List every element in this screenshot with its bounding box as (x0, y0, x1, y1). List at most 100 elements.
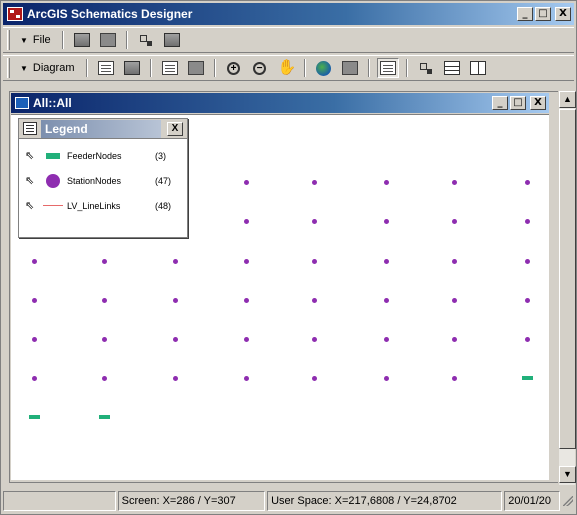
maximize-button[interactable]: □ (535, 7, 551, 21)
resize-grip[interactable] (562, 495, 574, 507)
station-node[interactable] (525, 259, 530, 264)
zoom-out-button[interactable]: − (249, 58, 271, 78)
feeder-node[interactable] (522, 376, 533, 380)
legend-close-button[interactable]: X (167, 121, 183, 136)
station-node[interactable] (173, 376, 178, 381)
station-node[interactable] (384, 180, 389, 185)
edit-button[interactable] (95, 58, 117, 78)
child-title-bar[interactable]: All::All _ □ X (11, 93, 549, 113)
save-button[interactable] (121, 58, 143, 78)
station-node[interactable] (102, 298, 107, 303)
station-node[interactable] (312, 337, 317, 342)
station-node[interactable] (452, 298, 457, 303)
generate-button[interactable] (135, 30, 157, 50)
station-node[interactable] (384, 376, 389, 381)
close-button[interactable]: X (555, 7, 571, 21)
split-view-icon (469, 61, 486, 75)
station-node[interactable] (244, 337, 249, 342)
station-node[interactable] (244, 219, 249, 224)
station-node[interactable] (32, 337, 37, 342)
station-node[interactable] (102, 337, 107, 342)
schematic-diagram-button[interactable] (97, 30, 119, 50)
file-menu-button[interactable]: ▼ File (16, 30, 57, 50)
station-node[interactable] (244, 298, 249, 303)
station-node[interactable] (244, 180, 249, 185)
station-node[interactable] (525, 337, 530, 342)
station-node[interactable] (384, 337, 389, 342)
layout-button[interactable] (185, 58, 207, 78)
legend-row[interactable]: ⇖ StationNodes (47) (19, 168, 187, 193)
legend-title-bar[interactable]: Legend X (19, 119, 187, 139)
station-node[interactable] (384, 298, 389, 303)
globe-button[interactable] (313, 58, 335, 78)
legend-icon (379, 61, 396, 75)
feeder-node[interactable] (99, 415, 110, 419)
app-window: ArcGIS Schematics Designer _ □ X ▼ File … (0, 0, 577, 515)
station-node[interactable] (312, 219, 317, 224)
station-node[interactable] (452, 376, 457, 381)
schematic-dataset-icon (73, 33, 90, 47)
legend-toggle-button[interactable] (376, 58, 399, 78)
station-node[interactable] (525, 298, 530, 303)
station-node[interactable] (173, 298, 178, 303)
station-node[interactable] (312, 180, 317, 185)
toolbar-grip[interactable] (7, 58, 10, 78)
vertical-scrollbar[interactable]: ▲ ▼ (558, 91, 576, 485)
feeder-node[interactable] (29, 415, 40, 419)
toolbar-grip[interactable] (7, 30, 10, 50)
station-node[interactable] (452, 180, 457, 185)
child-close-button[interactable]: X (530, 96, 546, 110)
diagram-menu-button[interactable]: ▼ Diagram (16, 58, 81, 78)
status-bar: Screen: X=286 / Y=307 User Space: X=217,… (3, 490, 574, 512)
selectable-arrow-icon[interactable]: ⇖ (25, 149, 39, 162)
station-node[interactable] (312, 259, 317, 264)
layout-icon (187, 61, 204, 75)
rows-view-button[interactable] (441, 58, 463, 78)
screen-coordinates: Screen: X=286 / Y=307 (117, 491, 266, 511)
child-minimize-button[interactable]: _ (492, 96, 508, 110)
station-node[interactable] (173, 337, 178, 342)
update-button[interactable] (159, 58, 181, 78)
station-node[interactable] (32, 298, 37, 303)
edit-icon (97, 61, 114, 75)
station-node[interactable] (173, 259, 178, 264)
schematic-dataset-button[interactable] (71, 30, 93, 50)
station-node[interactable] (312, 376, 317, 381)
zoom-in-button[interactable]: + (223, 58, 245, 78)
station-node[interactable] (102, 376, 107, 381)
legend-row[interactable]: ⇖ LV_LineLinks (48) (19, 193, 187, 218)
tree-view-icon (418, 61, 434, 75)
tree-view-button[interactable] (415, 58, 437, 78)
select-button[interactable] (339, 58, 361, 78)
pan-button[interactable]: ✋ (275, 58, 297, 78)
selectable-arrow-icon[interactable]: ⇖ (25, 174, 39, 187)
station-node[interactable] (384, 219, 389, 224)
split-view-button[interactable] (467, 58, 489, 78)
properties-button[interactable] (161, 30, 183, 50)
station-node[interactable] (525, 180, 530, 185)
station-node[interactable] (244, 376, 249, 381)
scroll-thumb[interactable] (559, 109, 576, 449)
station-node[interactable] (452, 259, 457, 264)
station-node[interactable] (384, 259, 389, 264)
station-node[interactable] (452, 219, 457, 224)
scroll-up-button[interactable]: ▲ (559, 91, 576, 108)
station-node[interactable] (32, 259, 37, 264)
selectable-arrow-icon[interactable]: ⇖ (25, 199, 39, 212)
minimize-button[interactable]: _ (517, 7, 533, 21)
station-node[interactable] (312, 298, 317, 303)
title-bar[interactable]: ArcGIS Schematics Designer _ □ X (3, 3, 574, 25)
station-node[interactable] (102, 259, 107, 264)
file-toolbar: ▼ File (3, 27, 574, 53)
station-node[interactable] (244, 259, 249, 264)
station-node[interactable] (525, 219, 530, 224)
save-icon (123, 61, 140, 75)
file-menu-label: File (32, 34, 51, 46)
station-node[interactable] (32, 376, 37, 381)
legend-row[interactable]: ⇖ FeederNodes (3) (19, 143, 187, 168)
globe-icon (316, 60, 331, 76)
station-node[interactable] (452, 337, 457, 342)
child-maximize-button[interactable]: □ (510, 96, 526, 110)
scroll-down-button[interactable]: ▼ (559, 466, 576, 483)
line-symbol-icon (39, 205, 67, 206)
